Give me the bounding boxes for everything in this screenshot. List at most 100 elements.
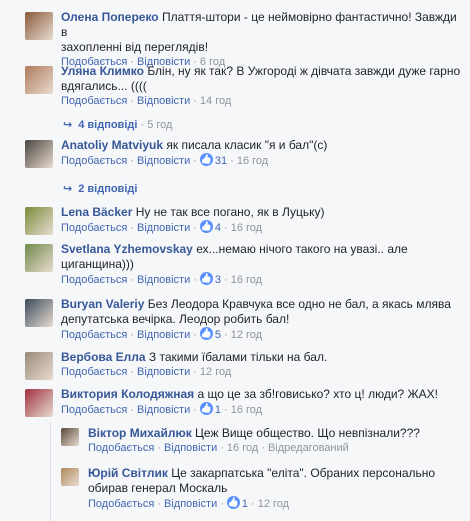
avatar[interactable] [25, 352, 53, 380]
comment-text: захопленні від переглядів! [61, 40, 209, 54]
thumbs-up-icon [199, 272, 213, 285]
like-button[interactable]: Подобається [61, 95, 127, 107]
comment-meta: Подобається·Відповісти·1·12 год [88, 496, 458, 511]
comment-author[interactable]: Юрій Світлик [88, 466, 168, 480]
timestamp[interactable]: 14 год [200, 95, 231, 107]
comment-text-line: Юрій Світлик Це закарпатська "еліта". Об… [88, 466, 458, 481]
separator-dot: · [157, 442, 161, 454]
avatar[interactable] [25, 299, 53, 327]
like-button[interactable]: Подобається [61, 329, 127, 341]
comment-author[interactable]: Уляна Климко [61, 64, 144, 78]
comment-text: З такими їбалами тільки на бал. [148, 350, 328, 364]
timestamp[interactable]: 12 год [231, 329, 262, 341]
comment-meta: Подобається · Відповісти · 16 год · Відредагов… [88, 441, 458, 455]
separator-dot: · [130, 222, 134, 234]
separator-dot: · [220, 442, 224, 454]
separator-dot: · [130, 404, 134, 416]
comment-meta: Подобається·Відповісти·3·16 год [61, 272, 461, 287]
comment-author[interactable]: Anatoliy Matviyuk [61, 138, 163, 152]
like-button[interactable]: Подобається [61, 404, 127, 416]
comment-text-line: Віктор Михайлюк Цеж Вище общество. Що не… [88, 426, 458, 441]
timestamp[interactable]: 12 год [258, 498, 289, 510]
like-count[interactable]: 4 [199, 220, 221, 234]
comment-author[interactable]: Buryan Valeriy [61, 297, 144, 311]
reply-button[interactable]: Відповісти [137, 274, 190, 286]
reply-arrow-icon: ↪ [63, 119, 73, 131]
comment-text: Без Леодора Кравчука все одно не бал, а … [147, 297, 451, 311]
replies-count[interactable]: 4 відповіді [78, 119, 137, 131]
like-count[interactable]: 1 [226, 496, 248, 510]
separator-dot: · [224, 222, 228, 234]
reply-button[interactable]: Відповісти [137, 155, 190, 167]
thumbs-up-icon [199, 153, 213, 166]
comment-author[interactable]: Svetlana Yzhemovskay [61, 242, 193, 256]
reply-button[interactable]: Відповісти [137, 366, 190, 378]
like-button[interactable]: Подобається [61, 274, 127, 286]
comment-author[interactable]: Віктор Михайлюк [88, 426, 192, 440]
comment-text-line: Svetlana Yzhemovskay ех...немаю нічого т… [61, 242, 461, 257]
avatar[interactable] [61, 468, 79, 486]
reply-thread-line [50, 422, 51, 521]
separator-dot: · [193, 329, 197, 341]
comment-text: депутатська вечірка. Леодор робить бал! [61, 312, 290, 326]
like-button[interactable]: Подобається [88, 442, 154, 454]
avatar[interactable] [25, 389, 53, 417]
comment-author[interactable]: Виктория Колодяжная [61, 387, 194, 401]
view-replies-link[interactable]: ↪ 2 відповіді [63, 182, 137, 195]
timestamp[interactable]: 16 год [231, 274, 262, 286]
comment-text: Ну не так все погано, як в Луцьку) [135, 205, 325, 219]
replies-time: 5 год [147, 119, 173, 131]
timestamp[interactable]: 16 год [231, 222, 262, 234]
avatar[interactable] [25, 207, 53, 235]
comment-text-line: Anatoliy Matviyuk як писала класик "я и … [61, 138, 461, 153]
comment-text-line: циганщина))) [61, 257, 461, 272]
comment-author[interactable]: Вербова Елла [61, 350, 146, 364]
separator-dot: · [193, 222, 197, 234]
comment-meta: Подобається · Відповісти · 14 год [61, 94, 461, 108]
like-button[interactable]: Подобається [61, 366, 127, 378]
separator-dot: · [130, 274, 134, 286]
reply-button[interactable]: Відповісти [137, 95, 190, 107]
comment-text: а що це за зб!говисько? хто ц! люди? ЖАХ… [197, 387, 438, 401]
separator-dot: · [130, 366, 134, 378]
separator-dot: · [157, 498, 161, 510]
reply-button[interactable]: Відповісти [164, 498, 217, 510]
like-count[interactable]: 3 [199, 272, 221, 286]
avatar[interactable] [25, 244, 53, 272]
reply-button[interactable]: Відповісти [137, 404, 190, 416]
separator-dot: · [137, 119, 148, 131]
avatar[interactable] [61, 428, 79, 446]
reply-button[interactable]: Відповісти [164, 442, 217, 454]
comment-text-line: депутатська вечірка. Леодор робить бал! [61, 312, 461, 327]
like-count[interactable]: 1 [199, 402, 221, 416]
comment-text: циганщина))) [61, 257, 134, 271]
separator-dot: · [220, 498, 224, 510]
separator-dot: · [193, 274, 197, 286]
comment-text-line: Виктория Колодяжная а що це за зб!говись… [61, 387, 461, 402]
comment-body: Юрій Світлик Це закарпатська "еліта". Об… [88, 466, 458, 511]
avatar[interactable] [25, 66, 53, 94]
replies-count[interactable]: 2 відповіді [78, 183, 137, 195]
reply-arrow-icon: ↪ [63, 183, 73, 195]
like-count[interactable]: 31 [199, 153, 227, 167]
separator-dot: · [261, 442, 265, 454]
like-button[interactable]: Подобається [88, 498, 154, 510]
comment-author[interactable]: Lena Bäcker [61, 205, 132, 219]
comment-text-line: Уляна Климко Блін, ну як так? В Ужгороді… [61, 64, 461, 79]
view-replies-link[interactable]: ↪ 4 відповіді · 5 год [63, 118, 172, 131]
reply-button[interactable]: Відповісти [137, 329, 190, 341]
timestamp[interactable]: 16 год [231, 404, 262, 416]
timestamp[interactable]: 16 год [227, 442, 258, 454]
timestamp[interactable]: 12 год [200, 366, 231, 378]
comment-author[interactable]: Олена Поперeко [61, 10, 159, 24]
like-button[interactable]: Подобається [61, 155, 127, 167]
separator-dot: · [193, 404, 197, 416]
comment-text-line: вдягались... (((( [61, 79, 461, 94]
like-button[interactable]: Подобається [61, 222, 127, 234]
avatar[interactable] [25, 140, 53, 168]
timestamp[interactable]: 16 год [237, 155, 268, 167]
reply-button[interactable]: Відповісти [137, 222, 190, 234]
like-count[interactable]: 5 [199, 327, 221, 341]
thumbs-up-icon [199, 402, 213, 415]
avatar[interactable] [25, 12, 53, 40]
